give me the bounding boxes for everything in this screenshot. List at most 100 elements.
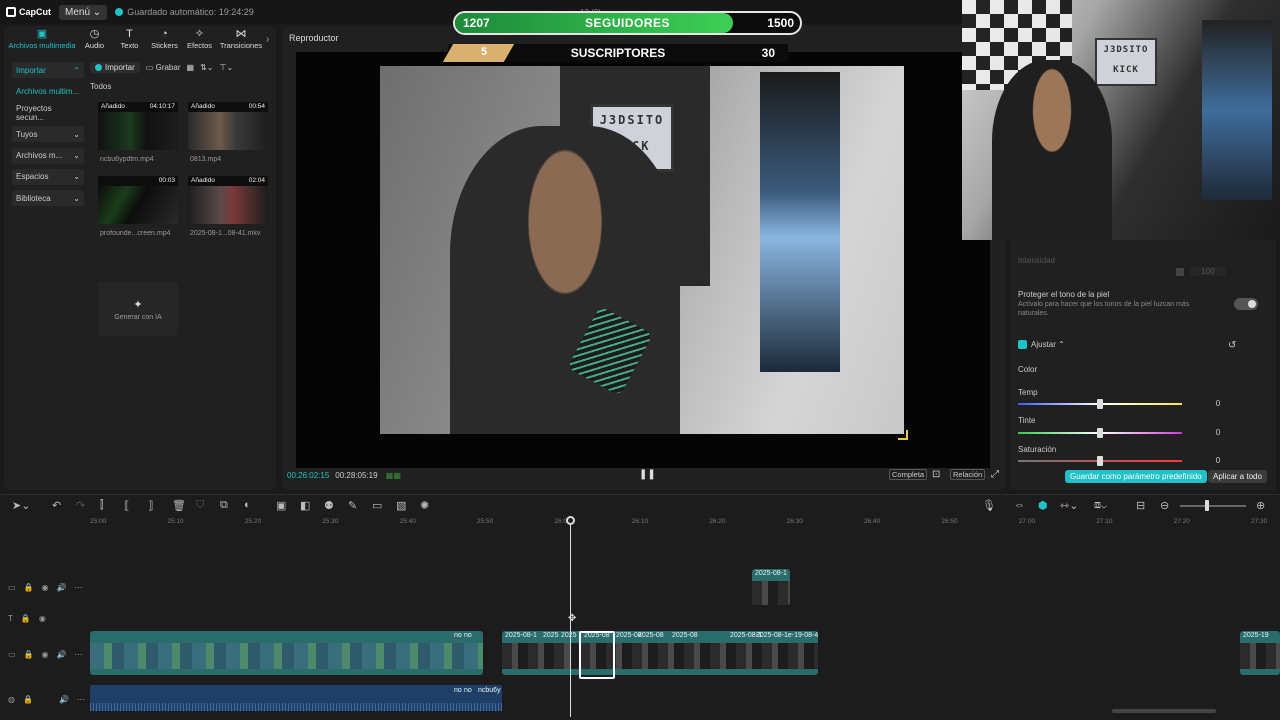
aspect-ratio-button[interactable]: Relación [950,469,986,480]
shield-icon[interactable]: ⛉ [196,499,204,512]
split-right-icon[interactable]: ⟧ [148,499,153,512]
split-icon[interactable]: ⫿ [100,499,104,512]
all-filter-label[interactable]: Todos [90,82,274,91]
eye-icon[interactable]: ◉ [39,614,46,623]
tabs-more-icon[interactable]: › [266,34,269,52]
sidebar-item-media-archive[interactable]: Archivos m... ⌄ [12,147,84,164]
image-icon[interactable]: ▧ [396,499,406,512]
magic-icon[interactable]: ✎ [348,499,357,512]
more-icon[interactable]: ⋯ [74,583,82,592]
reset-icon[interactable]: ↺ [1228,340,1236,351]
time-ruler[interactable]: 25:00 25:10 25:20 25:30 25:40 25:50 26:00 26:10… [90,517,1280,527]
media-item[interactable]: Añadido 02:04 [188,176,268,224]
tab-text[interactable]: T Texto [113,28,146,52]
intensity-slider-knob[interactable] [1176,268,1184,276]
selected-clip-outline[interactable] [579,631,615,679]
filter-icon[interactable]: ⊤⌄ [219,63,233,72]
tab-stickers[interactable]: ◔ Stickers [148,28,181,52]
sidebar-item-media-files[interactable]: Archivos multim... [12,83,84,99]
record-button[interactable]: ▭ Grabar [146,63,181,72]
sidebar-item-import[interactable]: Importar ⌃ [12,62,84,78]
timeline-scrollbar[interactable] [1112,709,1216,713]
saturation-slider-knob[interactable] [1097,456,1103,466]
main-clip-group[interactable]: 2025-08-1 2025 2025 2025-08 2025-08 2025… [502,631,818,675]
main-track-icon[interactable]: ⬢ [1038,499,1048,512]
tint-value[interactable]: 0 [1204,428,1232,437]
full-quality-button[interactable]: Completa [889,469,928,480]
playhead-handle[interactable] [566,516,575,525]
temp-value[interactable]: 0 [1204,399,1232,408]
grid-view-icon[interactable]: ▦ [187,63,195,72]
preview-axis-icon[interactable]: ⧈⌄ [1094,499,1107,512]
link-icon[interactable]: ⇔ [1014,499,1025,511]
microphone-icon[interactable]: 🎙 [982,499,996,512]
tab-label: Audio [84,41,105,50]
media-item[interactable]: 00:03 [98,176,178,224]
menu-button[interactable]: Menú ⌄ [59,4,108,20]
zoom-in-icon[interactable]: ⊕ [1256,499,1265,512]
eye-icon[interactable]: ◉ [42,583,49,592]
sidebar-item-library[interactable]: Biblioteca ⌄ [12,190,84,207]
tint-slider-knob[interactable] [1097,428,1103,438]
sort-icon[interactable]: ⇅⌄ [200,63,213,72]
snapshot-icon[interactable]: ⊡ [930,469,942,480]
cutout-icon[interactable]: ⚉ [324,499,334,512]
skin-protect-toggle[interactable] [1234,298,1258,310]
main-clip-end[interactable]: 2025-19 [1240,631,1280,675]
sidebar-item-spaces[interactable]: Espacios ⌄ [12,168,84,185]
redo-icon[interactable]: ↷ [76,499,85,512]
sidebar-item-secondary-projects[interactable]: Proyectos secun... [12,104,84,122]
tab-media[interactable]: ▣ Archivos multimedia [8,28,76,52]
intensity-value[interactable]: 100 [1190,267,1226,276]
overlay-clip[interactable]: 2025-08-1 [752,569,790,605]
delete-icon[interactable]: 🗑 [172,499,186,512]
snap-icon[interactable]: ⇿⌄ [1060,499,1078,512]
speaker-icon[interactable]: 🔊 [57,583,67,592]
eye-icon[interactable]: ◉ [42,650,49,659]
lock-icon[interactable]: 🔒 [21,614,31,623]
mirror-icon[interactable]: ◧ [300,499,310,512]
undo-icon[interactable]: ↶ [52,499,61,512]
ai-icon[interactable]: ✺ [420,499,429,512]
generate-ai-button[interactable]: ✦ Generar con IA [98,282,178,336]
temp-slider-knob[interactable] [1097,399,1103,409]
caption-icon[interactable]: ▭ [372,499,382,512]
audio-clip[interactable]: no no ncbu6y [90,685,502,711]
more-icon[interactable]: ⋯ [77,695,85,704]
lock-icon[interactable]: 🔒 [23,695,33,704]
saturation-value[interactable]: 0 [1204,456,1232,465]
media-item[interactable]: Añadido 00:54 [188,102,268,150]
caption-track-icon[interactable]: ⊟ [1136,499,1145,512]
pause-button[interactable]: ❚❚ [639,469,656,480]
video-preview[interactable]: J3DSITOKICK [296,52,990,468]
more-icon[interactable]: ⋯ [74,650,82,659]
audio-track-controls: ◍ 🔒 🔊 ⋯ [8,695,85,704]
save-preset-button[interactable]: Guardar como parámetro predefinido [1065,470,1207,483]
zoom-out-icon[interactable]: ⊖ [1160,499,1169,512]
speaker-icon[interactable]: 🔊 [59,695,69,704]
fullscreen-icon[interactable]: ⤢ [989,469,1001,480]
media-tool-icon[interactable]: ▣ [276,499,286,512]
zoom-slider[interactable] [1180,505,1246,507]
apply-all-button[interactable]: Aplicar a todo [1208,470,1267,483]
adjust-section-header[interactable]: Ajustar ⌃ [1018,340,1065,350]
import-button[interactable]: Importar [90,61,140,73]
tab-effects[interactable]: ✧ Efectos [183,28,216,52]
webcam-sign: J3DSITO KICK [1095,38,1157,86]
tab-audio[interactable]: ◷ Audio [78,28,111,52]
split-left-icon[interactable]: ⟦ [124,499,129,512]
resize-handle-icon[interactable] [898,430,908,440]
lock-icon[interactable]: 🔒 [24,650,34,659]
speed-icon[interactable]: ◐ [244,499,251,511]
zoom-slider-knob[interactable] [1205,500,1209,511]
sidebar-item-yours[interactable]: Tuyos ⌄ [12,126,84,143]
tab-label: Transiciones [219,41,263,50]
speaker-icon[interactable]: 🔊 [57,650,67,659]
lock-icon[interactable]: 🔒 [24,583,34,592]
main-clip-long[interactable]: no no [90,631,483,675]
select-tool-icon[interactable]: ➤⌄ [12,499,30,512]
tab-transitions[interactable]: ⋈ Transiciones [218,28,264,52]
crop-icon[interactable]: ⧉ [220,499,228,512]
media-item[interactable]: Añadido 04:10:17 [98,102,178,150]
player-title: Reproductor [289,33,339,43]
